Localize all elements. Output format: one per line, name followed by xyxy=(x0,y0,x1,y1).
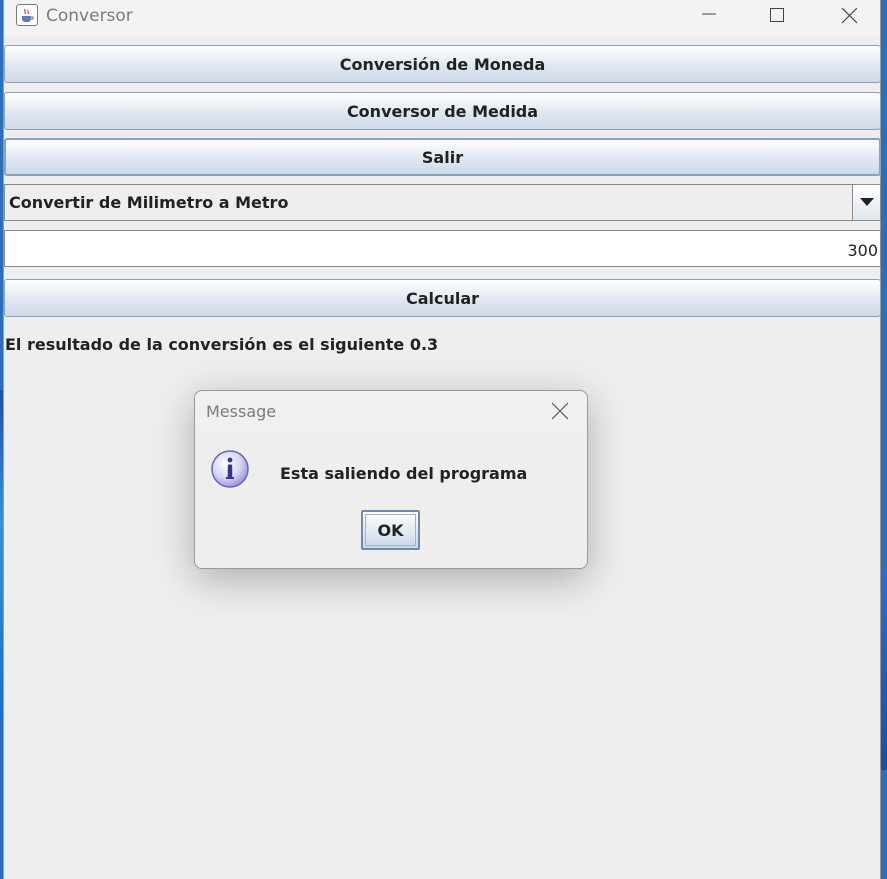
calculate-button[interactable]: Calcular xyxy=(4,279,881,317)
measure-converter-button[interactable]: Conversor de Medida xyxy=(4,92,881,130)
chevron-down-icon xyxy=(860,198,874,206)
info-icon xyxy=(210,449,250,489)
dialog-title: Message xyxy=(206,402,277,421)
dialog-title-bar[interactable]: Message xyxy=(195,391,587,433)
value-input[interactable]: 300 xyxy=(4,230,881,267)
dialog-close-button[interactable] xyxy=(551,402,571,422)
window-title: Conversor xyxy=(46,6,133,26)
minimize-button[interactable] xyxy=(686,0,732,30)
minimize-icon xyxy=(702,13,716,15)
dropdown-arrow-button[interactable] xyxy=(852,185,880,220)
close-icon xyxy=(551,402,569,420)
ok-button[interactable]: OK xyxy=(361,510,420,550)
currency-conversion-button[interactable]: Conversión de Moneda xyxy=(4,45,881,83)
maximize-button[interactable] xyxy=(754,0,800,30)
java-cup-icon xyxy=(16,4,38,26)
conversion-type-select[interactable]: Convertir de Milimetro a Metro xyxy=(4,184,881,221)
dialog-message: Esta saliendo del programa xyxy=(280,464,528,483)
close-icon xyxy=(841,8,857,24)
title-bar[interactable]: Conversor xyxy=(4,0,880,36)
message-dialog: Message Esta saliendo del programa OK xyxy=(194,390,588,569)
desktop-wallpaper-right xyxy=(881,570,887,770)
result-label: El resultado de la conversión es el sigu… xyxy=(5,335,439,354)
exit-button[interactable]: Salir xyxy=(4,138,881,176)
close-window-button[interactable] xyxy=(826,0,872,30)
maximize-icon xyxy=(770,8,784,22)
conversion-type-selected: Convertir de Milimetro a Metro xyxy=(9,193,289,212)
